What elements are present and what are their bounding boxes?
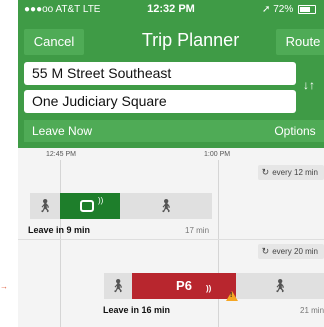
cancel-button[interactable]: Cancel bbox=[24, 29, 84, 55]
destination-field[interactable]: One Judiciary Square bbox=[24, 90, 296, 113]
timeline-tick: 1:00 PM bbox=[204, 151, 231, 158]
walk-icon: 🚶︎ bbox=[36, 198, 54, 213]
swap-icon[interactable]: ↓↑ bbox=[303, 78, 315, 92]
battery-fill bbox=[300, 6, 310, 12]
offscreen-marker-icon: → bbox=[0, 282, 8, 291]
repeat-icon: ↻ bbox=[261, 246, 270, 256]
frequency-badge: ↻ every 20 min bbox=[257, 244, 324, 259]
timeline-gridline bbox=[60, 160, 61, 327]
trip-duration: 21 min bbox=[300, 306, 324, 315]
leave-time-label: Leave in 9 min bbox=[28, 225, 91, 235]
warning-mark: ! bbox=[230, 292, 233, 299]
walk-segment[interactable]: 🚶︎ bbox=[236, 273, 324, 299]
leave-now-button[interactable]: Leave Now bbox=[24, 120, 274, 142]
trip-duration: 17 min bbox=[185, 226, 210, 235]
route-button[interactable]: Route bbox=[276, 29, 324, 55]
frequency-badge: ↻ every 12 min bbox=[257, 165, 324, 180]
walk-icon: 🚶︎ bbox=[109, 278, 127, 293]
timeline-gridline bbox=[218, 160, 219, 327]
walk-icon: 🚶︎ bbox=[271, 278, 289, 293]
bus-route-segment[interactable]: P6 )) bbox=[132, 273, 236, 299]
battery-icon bbox=[298, 4, 316, 14]
frequency-label: every 20 min bbox=[272, 247, 318, 256]
row-divider bbox=[18, 239, 324, 240]
route-label: P6 bbox=[176, 278, 192, 293]
options-button[interactable]: Options bbox=[264, 120, 324, 142]
repeat-icon: ↻ bbox=[261, 167, 270, 177]
battery-status: ➚ 72% bbox=[262, 4, 316, 15]
walk-segment[interactable]: 🚶︎ bbox=[120, 193, 212, 219]
realtime-signal-icon: )) bbox=[98, 196, 104, 205]
phone-screen: ●●●oo AT&T LTE 12:32 PM ➚ 72% Cancel Tri… bbox=[18, 0, 324, 327]
realtime-signal-icon: )) bbox=[206, 284, 212, 293]
walk-segment[interactable]: 🚶︎ bbox=[104, 273, 132, 299]
walk-segment[interactable]: 🚶︎ bbox=[30, 193, 60, 219]
walk-icon: 🚶︎ bbox=[157, 198, 175, 213]
battery-percent: 72% bbox=[273, 4, 294, 15]
frequency-label: every 12 min bbox=[272, 168, 318, 177]
bus-icon bbox=[80, 200, 94, 212]
leave-time-label: Leave in 16 min bbox=[103, 305, 171, 315]
bus-segment[interactable]: )) bbox=[60, 193, 120, 219]
page-title: Trip Planner bbox=[141, 30, 240, 50]
location-arrow-icon: ➚ bbox=[262, 4, 271, 15]
origin-field[interactable]: 55 M Street Southeast bbox=[24, 62, 296, 85]
timeline-tick: 12:45 PM bbox=[46, 151, 76, 158]
